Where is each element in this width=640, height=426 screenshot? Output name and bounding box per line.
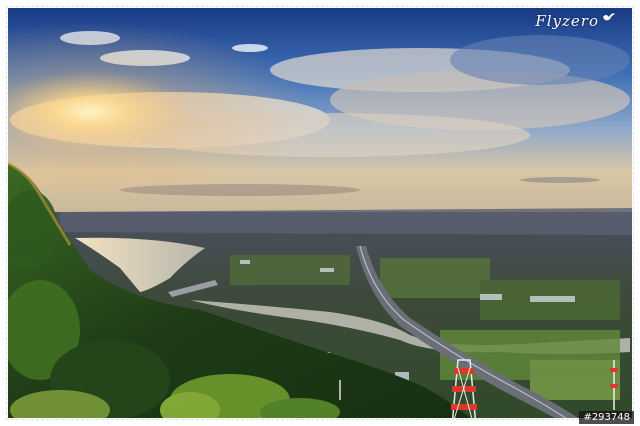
bird-icon — [603, 13, 615, 21]
landscape-photo — [0, 0, 640, 426]
image-id-label: #293748 — [579, 411, 634, 424]
photo-frame: Flyzero #293748 — [0, 0, 640, 426]
photographer-watermark: Flyzero — [535, 12, 616, 30]
watermark-text: Flyzero — [535, 12, 599, 30]
